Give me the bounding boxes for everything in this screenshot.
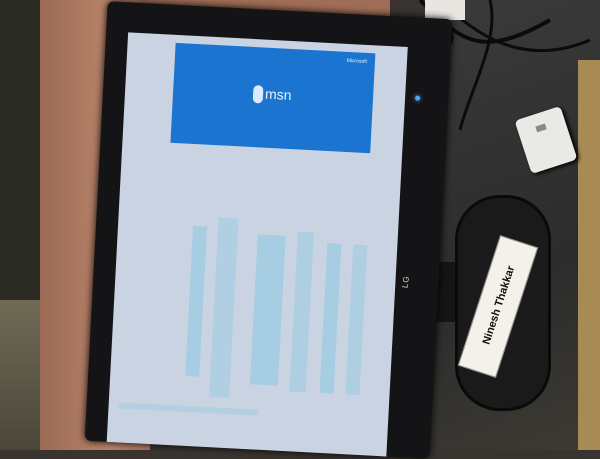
- blurred-column: [209, 217, 239, 399]
- blurred-column: [185, 226, 208, 377]
- blurred-bar: [118, 402, 259, 416]
- blurred-column: [289, 231, 314, 393]
- msn-butterfly-icon: [252, 85, 264, 104]
- msn-corner-label: Microsoft: [346, 57, 368, 65]
- dark-window: [0, 0, 42, 300]
- msn-tile: msn Microsoft: [170, 42, 376, 154]
- msn-logo-text: msn: [264, 85, 292, 104]
- power-led-icon: [414, 95, 421, 101]
- monitor: msn Microsoft LG: [84, 1, 453, 459]
- blurred-column: [345, 244, 368, 395]
- blurred-column: [319, 243, 342, 394]
- lower-wall: [0, 300, 44, 450]
- monitor-screen: msn Microsoft: [106, 32, 408, 457]
- blurred-column: [249, 234, 286, 386]
- monitor-logo: LG: [400, 274, 412, 289]
